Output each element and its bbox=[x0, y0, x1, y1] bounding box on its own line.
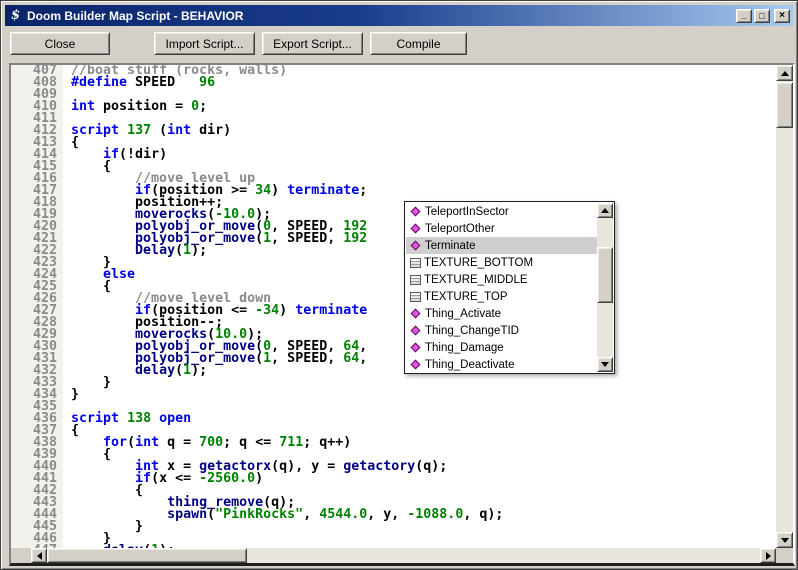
autocomplete-item-label: Thing_Deactivate bbox=[425, 359, 515, 371]
code-line[interactable]: 424 else bbox=[11, 269, 776, 281]
function-icon bbox=[411, 207, 421, 217]
autocomplete-item-label: Thing_Activate bbox=[425, 308, 501, 320]
autocomplete-item[interactable]: TEXTURE_TOP bbox=[406, 288, 597, 305]
arrow-up-icon bbox=[781, 67, 789, 76]
compile-button[interactable]: Compile bbox=[370, 32, 467, 55]
function-icon bbox=[411, 343, 421, 353]
autocomplete-popup: TeleportInSector TeleportOther Terminate TE… bbox=[404, 201, 615, 374]
code-text: script 138 open bbox=[63, 413, 191, 425]
scrollbar-filler bbox=[11, 548, 31, 563]
autocomplete-scroll-thumb[interactable] bbox=[597, 247, 613, 303]
code-line[interactable]: 432 delay(1); bbox=[11, 365, 776, 377]
autocomplete-item[interactable]: Terminate bbox=[406, 237, 597, 254]
code-line[interactable]: 412script 137 (int dir) bbox=[11, 125, 776, 137]
autocomplete-item[interactable]: Thing_Activate bbox=[406, 305, 597, 322]
scroll-up-button[interactable] bbox=[776, 65, 793, 81]
window-title: Doom Builder Map Script - BEHAVIOR bbox=[27, 9, 732, 23]
autocomplete-item[interactable]: TeleportOther bbox=[406, 220, 597, 237]
minimize-icon[interactable]: _ bbox=[736, 9, 752, 23]
function-icon bbox=[411, 360, 421, 370]
autocomplete-item-label: Thing_ChangeTID bbox=[425, 325, 519, 337]
autocomplete-item-label: Terminate bbox=[425, 240, 476, 252]
function-icon bbox=[411, 309, 421, 319]
autocomplete-item-label: Thing_Damage bbox=[425, 342, 504, 354]
code-text bbox=[63, 89, 71, 101]
code-line[interactable]: 422 Delay(1); bbox=[11, 245, 776, 257]
arrow-up-icon bbox=[601, 204, 609, 213]
code-line[interactable]: 434} bbox=[11, 389, 776, 401]
horizontal-scroll-thumb[interactable] bbox=[47, 548, 247, 563]
code-line[interactable]: 445 } bbox=[11, 521, 776, 533]
app-window: $ Doom Builder Map Script - BEHAVIOR _ □… bbox=[0, 0, 798, 570]
constant-icon bbox=[410, 275, 421, 285]
code-text: int position = 0; bbox=[63, 101, 207, 113]
autocomplete-list: TeleportInSector TeleportOther Terminate TE… bbox=[406, 203, 597, 372]
function-icon bbox=[411, 241, 421, 251]
maximize-icon[interactable]: □ bbox=[754, 9, 770, 23]
arrow-down-icon bbox=[781, 538, 789, 547]
code-line[interactable]: 433 } bbox=[11, 377, 776, 389]
autocomplete-item[interactable]: TEXTURE_MIDDLE bbox=[406, 271, 597, 288]
autocomplete-scroll-up-button[interactable] bbox=[597, 203, 613, 218]
code-line[interactable]: 410int position = 0; bbox=[11, 101, 776, 113]
import-script-button[interactable]: Import Script... bbox=[154, 32, 255, 55]
autocomplete-item[interactable]: Thing_ChangeTID bbox=[406, 322, 597, 339]
autocomplete-scroll-down-button[interactable] bbox=[597, 357, 613, 372]
arrow-down-icon bbox=[601, 362, 609, 371]
code-line[interactable]: 438 for(int q = 700; q <= 711; q++) bbox=[11, 437, 776, 449]
scroll-left-button[interactable] bbox=[31, 548, 47, 563]
horizontal-scroll-trough[interactable] bbox=[47, 548, 760, 563]
code-text: } bbox=[63, 389, 79, 401]
arrow-right-icon bbox=[766, 552, 775, 560]
window-controls: _ □ × bbox=[736, 9, 790, 23]
autocomplete-item-label: TeleportInSector bbox=[425, 206, 509, 218]
autocomplete-item[interactable]: Thing_Damage bbox=[406, 339, 597, 356]
autocomplete-item-label: TEXTURE_MIDDLE bbox=[424, 274, 528, 286]
function-icon bbox=[411, 326, 421, 336]
autocomplete-item-label: TEXTURE_TOP bbox=[424, 291, 508, 303]
autocomplete-item-label: TeleportOther bbox=[425, 223, 495, 235]
scrollbar-corner bbox=[776, 548, 793, 563]
script-editor[interactable]: 407//boat stuff (rocks, walls)408#define… bbox=[9, 63, 795, 566]
arrow-left-icon bbox=[33, 552, 42, 560]
app-icon[interactable]: $ bbox=[8, 8, 23, 23]
constant-icon bbox=[410, 292, 421, 302]
code-line[interactable]: 436script 138 open bbox=[11, 413, 776, 425]
close-icon[interactable]: × bbox=[774, 9, 790, 23]
code-area[interactable]: 407//boat stuff (rocks, walls)408#define… bbox=[11, 65, 776, 548]
autocomplete-item[interactable]: TeleportInSector bbox=[406, 203, 597, 220]
autocomplete-item-label: TEXTURE_BOTTOM bbox=[424, 257, 533, 269]
autocomplete-scrollbar[interactable] bbox=[597, 203, 613, 372]
code-text bbox=[63, 113, 71, 125]
vertical-scroll-thumb[interactable] bbox=[776, 82, 793, 128]
code-text: script 137 (int dir) bbox=[63, 125, 231, 137]
autocomplete-item[interactable]: TEXTURE_BOTTOM bbox=[406, 254, 597, 271]
close-button[interactable]: Close bbox=[10, 32, 110, 55]
autocomplete-item[interactable]: Thing_Deactivate bbox=[406, 356, 597, 372]
titlebar[interactable]: $ Doom Builder Map Script - BEHAVIOR _ □… bbox=[5, 5, 793, 26]
scroll-down-button[interactable] bbox=[776, 532, 793, 548]
code-line[interactable]: 414 if(!dir) bbox=[11, 149, 776, 161]
code-text bbox=[63, 401, 71, 413]
scroll-right-button[interactable] bbox=[760, 548, 776, 563]
vertical-scrollbar[interactable] bbox=[776, 65, 793, 548]
horizontal-scrollbar[interactable] bbox=[11, 548, 776, 563]
constant-icon bbox=[410, 258, 421, 268]
function-icon bbox=[411, 224, 421, 234]
code-line[interactable]: 408#define SPEED 96 bbox=[11, 77, 776, 89]
export-script-button[interactable]: Export Script... bbox=[262, 32, 363, 55]
toolbar: Close Import Script... Export Script... … bbox=[5, 26, 793, 61]
code-text: #define SPEED 96 bbox=[63, 77, 215, 89]
